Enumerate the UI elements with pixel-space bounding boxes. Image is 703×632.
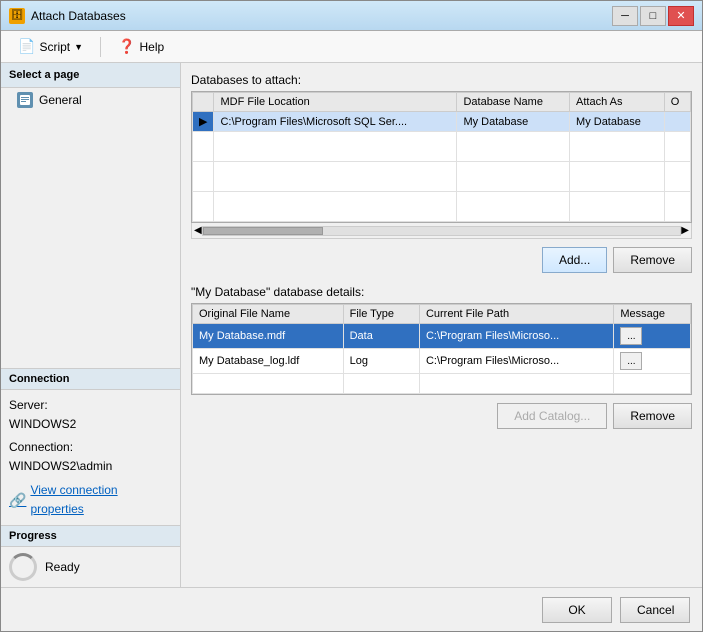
col-attach-as: Attach As xyxy=(570,93,665,112)
sidebar-item-general[interactable]: General xyxy=(1,88,180,112)
select-page-header: Select a page xyxy=(1,63,180,88)
empty-row-2 xyxy=(193,162,691,192)
connection-info: Server: WINDOWS2 Connection: WINDOWS2\ad… xyxy=(1,390,180,525)
main-window: 🗄 Attach Databases ─ □ ✕ 📄 Script ▼ ❓ He… xyxy=(0,0,703,632)
browse-mdf-button[interactable]: ... xyxy=(620,327,642,345)
databases-section: Databases to attach: MDF File Location D… xyxy=(191,73,692,239)
detail-cell-filetype-1: Data xyxy=(343,324,419,349)
scroll-left-btn[interactable]: ◀ xyxy=(194,225,202,236)
empty-row-1 xyxy=(193,132,691,162)
add-button[interactable]: Add... xyxy=(542,247,607,273)
detail-cell-message-1: ... xyxy=(614,324,691,349)
details-row-ldf[interactable]: My Database_log.ldf Log C:\Program Files… xyxy=(193,349,691,374)
col-file-type: File Type xyxy=(343,305,419,324)
col-file-name: Original File Name xyxy=(193,305,344,324)
cell-attach-as: My Database xyxy=(570,112,665,132)
toolbar: 📄 Script ▼ ❓ Help xyxy=(1,31,702,63)
ok-button[interactable]: OK xyxy=(542,597,612,623)
scroll-right-btn[interactable]: ▶ xyxy=(681,225,689,236)
catalog-remove-row: Add Catalog... Remove xyxy=(191,403,692,429)
connection-value: WINDOWS2\admin xyxy=(9,457,172,476)
help-icon: ❓ xyxy=(118,38,135,55)
remove-button[interactable]: Remove xyxy=(613,247,692,273)
progress-content: Ready xyxy=(1,547,180,587)
toolbar-divider xyxy=(100,37,101,57)
window-title: Attach Databases xyxy=(31,9,126,23)
col-mdf-location: MDF File Location xyxy=(214,93,457,112)
progress-status: Ready xyxy=(45,560,80,574)
add-remove-row: Add... Remove xyxy=(191,247,692,273)
connection-link-text: View connection properties xyxy=(30,481,172,519)
detail-cell-filetype-2: Log xyxy=(343,349,419,374)
connection-link-icon: 🔗 xyxy=(9,489,26,511)
db-details-label: "My Database" database details: xyxy=(191,285,692,299)
window-icon: 🗄 xyxy=(9,8,25,24)
progress-spinner xyxy=(9,553,37,581)
script-icon: 📄 xyxy=(18,38,35,55)
remove-details-button[interactable]: Remove xyxy=(613,403,692,429)
main-content: Select a page General Connection Server:… xyxy=(1,63,702,587)
script-dropdown-icon: ▼ xyxy=(74,42,83,52)
right-panel: Databases to attach: MDF File Location D… xyxy=(181,63,702,587)
empty-row-3 xyxy=(193,192,691,222)
details-empty-row xyxy=(193,374,691,394)
row-selector: ▶ xyxy=(193,112,214,132)
scrollbar-thumb[interactable] xyxy=(203,227,323,235)
col-owner: O xyxy=(664,93,690,112)
col-file-path: Current File Path xyxy=(419,305,613,324)
col-message: Message xyxy=(614,305,691,324)
title-bar: 🗄 Attach Databases ─ □ ✕ xyxy=(1,1,702,31)
databases-table-container: MDF File Location Database Name Attach A… xyxy=(191,91,692,223)
title-controls: ─ □ ✕ xyxy=(612,6,694,26)
close-button[interactable]: ✕ xyxy=(668,6,694,26)
connection-header: Connection xyxy=(1,369,180,390)
col-database-name: Database Name xyxy=(457,93,570,112)
databases-label: Databases to attach: xyxy=(191,73,692,87)
cell-owner xyxy=(664,112,690,132)
table-row[interactable]: ▶ C:\Program Files\Microsoft SQL Ser....… xyxy=(193,112,691,132)
help-label: Help xyxy=(139,40,164,54)
cell-mdf-location: C:\Program Files\Microsoft SQL Ser.... xyxy=(214,112,457,132)
details-table: Original File Name File Type Current Fil… xyxy=(192,304,691,394)
detail-cell-filename-1: My Database.mdf xyxy=(193,324,344,349)
details-row-mdf[interactable]: My Database.mdf Data C:\Program Files\Mi… xyxy=(193,324,691,349)
progress-section: Progress Ready xyxy=(1,525,180,587)
script-button[interactable]: 📄 Script ▼ xyxy=(9,34,92,60)
databases-table: MDF File Location Database Name Attach A… xyxy=(192,92,691,222)
bottom-bar: OK Cancel xyxy=(1,587,702,631)
cell-database-name: My Database xyxy=(457,112,570,132)
add-catalog-button[interactable]: Add Catalog... xyxy=(497,403,607,429)
detail-cell-filepath-2: C:\Program Files\Microso... xyxy=(419,349,613,374)
help-button[interactable]: ❓ Help xyxy=(109,34,173,60)
detail-cell-message-2: ... xyxy=(614,349,691,374)
connection-label: Connection: xyxy=(9,438,172,457)
left-spacer xyxy=(1,112,180,368)
general-icon xyxy=(17,92,33,108)
table-header-row: MDF File Location Database Name Attach A… xyxy=(193,93,691,112)
detail-cell-filepath-1: C:\Program Files\Microso... xyxy=(419,324,613,349)
maximize-button[interactable]: □ xyxy=(640,6,666,26)
script-label: Script xyxy=(39,40,70,54)
horizontal-scrollbar[interactable]: ◀ ▶ xyxy=(191,223,692,239)
detail-cell-filename-2: My Database_log.ldf xyxy=(193,349,344,374)
view-connection-properties-link[interactable]: 🔗 View connection properties xyxy=(9,481,172,519)
scrollbar-track[interactable] xyxy=(202,226,682,236)
minimize-button[interactable]: ─ xyxy=(612,6,638,26)
server-label: Server: xyxy=(9,396,172,415)
progress-header: Progress xyxy=(1,526,180,547)
general-label: General xyxy=(39,93,82,107)
connection-section: Connection Server: WINDOWS2 Connection: … xyxy=(1,368,180,525)
server-value: WINDOWS2 xyxy=(9,415,172,434)
title-bar-left: 🗄 Attach Databases xyxy=(9,8,126,24)
left-panel: Select a page General Connection Server:… xyxy=(1,63,181,587)
browse-ldf-button[interactable]: ... xyxy=(620,352,642,370)
col-checkbox xyxy=(193,93,214,112)
db-details-section: "My Database" database details: Original… xyxy=(191,281,692,395)
details-table-container: Original File Name File Type Current Fil… xyxy=(191,303,692,395)
cancel-button[interactable]: Cancel xyxy=(620,597,690,623)
details-header-row: Original File Name File Type Current Fil… xyxy=(193,305,691,324)
